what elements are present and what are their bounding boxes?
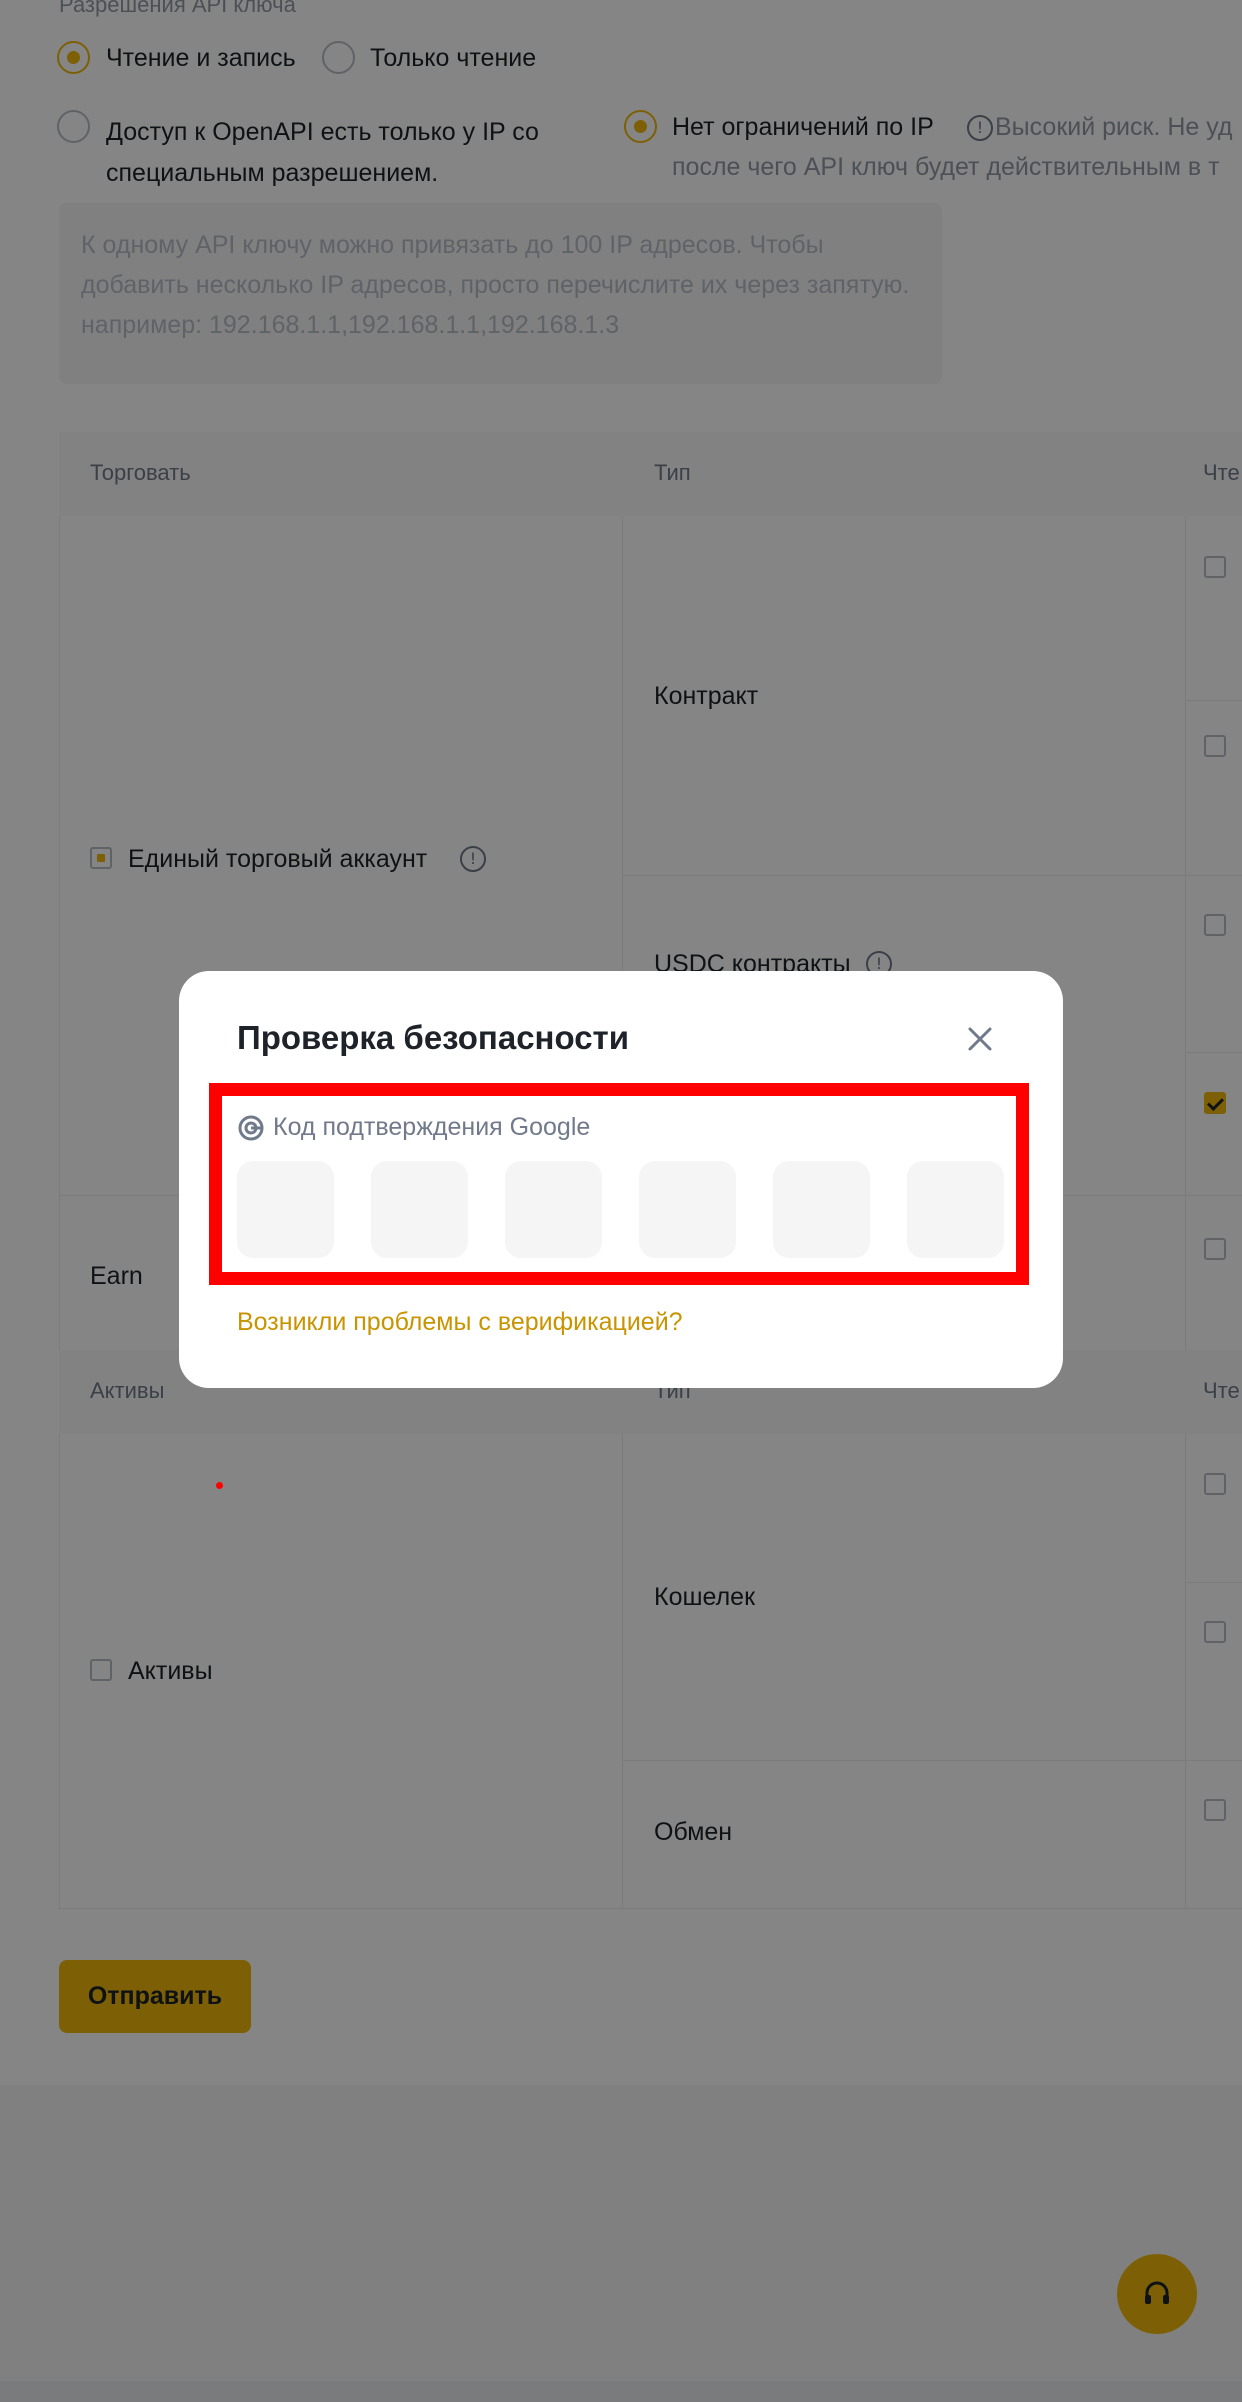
google-code-label-row: Код подтверждения Google [237, 1113, 590, 1142]
close-button[interactable] [960, 1019, 1000, 1059]
cursor-marker [216, 1482, 223, 1489]
code-digit-4[interactable] [639, 1161, 736, 1258]
code-digit-5[interactable] [773, 1161, 870, 1258]
verification-trouble-link[interactable]: Возникли проблемы с верификацией? [237, 1308, 683, 1337]
modal-title: Проверка безопасности [237, 1019, 630, 1056]
google-code-label: Код подтверждения Google [273, 1113, 591, 1141]
security-verification-modal: Проверка безопасности Код подтверждения … [179, 971, 1063, 1388]
code-digit-3[interactable] [505, 1161, 602, 1258]
code-digit-6[interactable] [907, 1161, 1004, 1258]
close-icon [968, 1027, 992, 1051]
code-digit-2[interactable] [371, 1161, 468, 1258]
google-authenticator-icon [238, 1115, 264, 1140]
code-digit-1[interactable] [237, 1161, 334, 1258]
